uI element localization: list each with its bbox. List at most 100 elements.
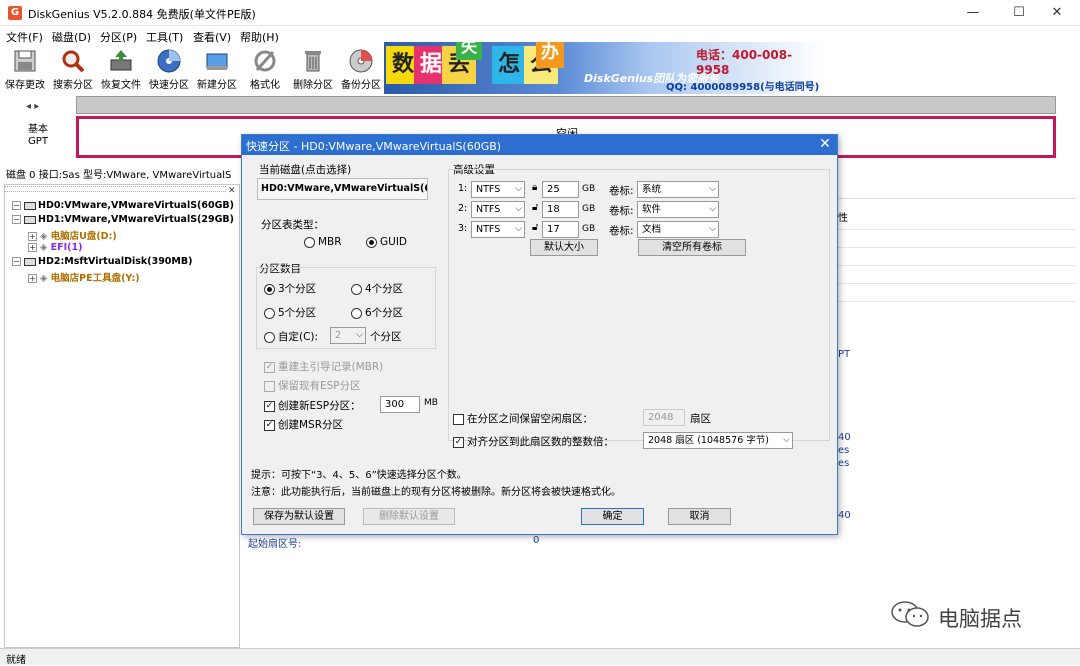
- create-msr-checkbox[interactable]: 创建MSR分区: [264, 417, 343, 432]
- menu-help[interactable]: 帮助(H): [240, 29, 279, 45]
- align-select[interactable]: 2048 扇区 (1048576 字节) ⌵: [643, 432, 793, 449]
- count-6-radio[interactable]: 6个分区: [351, 305, 403, 320]
- esp-size-input[interactable]: 300: [380, 396, 420, 413]
- tree-item-hd0[interactable]: − HD0:VMware,VMwareVirtualS(60GB): [12, 200, 234, 211]
- tree-item-usb-drive[interactable]: + ◈ 电脑店U盘(D:): [28, 228, 117, 242]
- custom-count-value: 2: [335, 330, 342, 341]
- count-3-radio[interactable]: 3个分区: [264, 281, 316, 296]
- current-disk-selector[interactable]: HD0:VMware,VMwareVirtualS(60: [257, 178, 428, 200]
- delete-default-button[interactable]: 删除默认设置: [363, 508, 455, 525]
- menu-partition[interactable]: 分区(P): [100, 29, 137, 45]
- partition-1-vol-select[interactable]: 系统 ⌵: [637, 181, 719, 198]
- align-checkbox[interactable]: 对齐分区到此扇区数的整数倍：: [453, 434, 614, 449]
- partition-3-fs-select[interactable]: NTFS ⌵: [471, 221, 525, 238]
- radio-icon: [351, 307, 362, 319]
- wechat-icon: [891, 601, 929, 627]
- ok-button[interactable]: 确定: [581, 508, 644, 525]
- rebuild-mbr-checkbox[interactable]: 重建主引导记录(MBR): [264, 359, 383, 374]
- expand-icon[interactable]: +: [28, 274, 37, 283]
- partition-1-fs: NTFS: [476, 184, 501, 195]
- checkbox-icon: [264, 380, 275, 392]
- quick-partition-button[interactable]: 快速分区: [146, 46, 192, 92]
- custom-count-select[interactable]: 2 ⌵: [330, 327, 366, 344]
- collapse-icon[interactable]: −: [12, 257, 21, 266]
- mbr-radio[interactable]: MBR: [304, 236, 342, 248]
- tree-item-hd2[interactable]: − HD2:MsftVirtualDisk(390MB): [12, 256, 192, 267]
- count-4-radio[interactable]: 4个分区: [351, 281, 403, 296]
- menu-file[interactable]: 文件(F): [6, 29, 43, 45]
- ad-banner[interactable]: 数 据 丢 失 怎 么 办 DiskGenius团队为您服务 电话：400-00…: [384, 42, 822, 94]
- detail-fragment: 40: [838, 432, 851, 443]
- custom-count-radio[interactable]: 自定(C):: [264, 329, 318, 344]
- tree-item-label: HD0:VMware,VMwareVirtualS(60GB): [38, 200, 234, 211]
- partition-1-size-input[interactable]: 25: [542, 181, 579, 198]
- guid-radio[interactable]: GUID: [366, 236, 407, 248]
- partition-3-size-input[interactable]: 17: [542, 221, 579, 238]
- expand-icon[interactable]: +: [28, 232, 37, 241]
- ad-qq: QQ: 4000089958(与电话同号): [666, 82, 820, 93]
- delete-icon: [305, 51, 321, 72]
- chevron-down-icon: ⌵: [783, 435, 790, 445]
- lock-icon[interactable]: 🔒︎: [532, 182, 537, 193]
- format-icon: [254, 50, 276, 72]
- tree-close-icon[interactable]: ✕: [228, 186, 236, 196]
- tree-item-label: HD2:MsftVirtualDisk(390MB): [38, 256, 193, 267]
- partition-2-size-input[interactable]: 18: [542, 201, 579, 218]
- partition-3-num: 3:: [458, 223, 468, 234]
- details-table-area: 性: [838, 198, 1076, 328]
- delete-partition-button[interactable]: 删除分区: [290, 46, 336, 92]
- count-5-radio[interactable]: 5个分区: [264, 305, 316, 320]
- checkbox-icon: [453, 436, 464, 448]
- partition-2-vol-select[interactable]: 软件 ⌵: [637, 201, 719, 218]
- unlock-icon[interactable]: 🔓︎: [532, 202, 538, 213]
- collapse-icon[interactable]: −: [12, 215, 21, 224]
- unlock-icon[interactable]: 🔓︎: [532, 222, 538, 233]
- partition-1-vol-label: 卷标:: [609, 185, 634, 197]
- minimize-button[interactable]: —: [950, 0, 996, 26]
- disk-tree-panel: [4, 184, 240, 648]
- tree-item-label: EFI(1): [50, 242, 83, 253]
- partition-3-vol: 文档: [642, 224, 662, 235]
- detail-fragment: es: [838, 445, 850, 456]
- tree-splitter[interactable]: [4, 186, 226, 192]
- menu-tools[interactable]: 工具(T): [146, 29, 183, 45]
- disk-nav-arrows[interactable]: ◂ ▸: [26, 101, 39, 112]
- partition-3-vol-select[interactable]: 文档 ⌵: [637, 221, 719, 238]
- menu-disk[interactable]: 磁盘(D): [52, 29, 91, 45]
- format-button[interactable]: 格式化: [242, 46, 288, 92]
- clear-labels-button[interactable]: 清空所有卷标: [638, 239, 746, 256]
- chevron-down-icon: ⌵: [515, 224, 522, 234]
- partition-2-vol-label: 卷标:: [609, 205, 634, 217]
- reserve-gap-input[interactable]: 2048: [643, 409, 685, 426]
- partition-2-fs-select[interactable]: NTFS ⌵: [471, 201, 525, 218]
- default-size-button[interactable]: 默认大小: [530, 239, 598, 256]
- tree-item-efi[interactable]: + ◈ EFI(1): [28, 242, 82, 253]
- recover-files-button[interactable]: 恢复文件: [98, 46, 144, 92]
- dialog-close-button[interactable]: ✕: [816, 136, 834, 152]
- search-partition-button[interactable]: 搜索分区: [50, 46, 96, 92]
- disk-icon: [24, 215, 36, 224]
- tree-item-pe-drive[interactable]: + ◈ 电脑店PE工具盘(Y:): [28, 270, 140, 284]
- quick-partition-dialog: 快速分区 - HD0:VMware,VMwareVirtualS(60GB) ✕…: [241, 134, 838, 535]
- partition-1-fs-select[interactable]: NTFS ⌵: [471, 181, 525, 198]
- collapse-icon[interactable]: −: [12, 201, 21, 210]
- menu-view[interactable]: 查看(V): [193, 29, 231, 45]
- cancel-button[interactable]: 取消: [668, 508, 731, 525]
- search-icon: [62, 50, 85, 73]
- ad-tile: 办: [536, 42, 564, 68]
- reserve-gap-checkbox[interactable]: 在分区之间保留空闲扇区：: [453, 411, 593, 426]
- close-button[interactable]: ✕: [1034, 0, 1080, 26]
- save-changes-button[interactable]: 保存更改: [2, 46, 48, 92]
- tree-item-hd1[interactable]: − HD1:VMware,VMwareVirtualS(29GB): [12, 214, 234, 225]
- backup-partition-button[interactable]: 备份分区: [338, 46, 384, 92]
- keep-esp-checkbox[interactable]: 保留现有ESP分区: [264, 378, 361, 393]
- save-default-button[interactable]: 保存为默认设置: [253, 508, 345, 525]
- checkbox-icon: [264, 419, 275, 431]
- quick-partition-icon: [157, 49, 181, 73]
- new-partition-button[interactable]: 新建分区: [194, 46, 240, 92]
- expand-icon[interactable]: +: [28, 243, 37, 252]
- checkbox-icon: [453, 413, 464, 425]
- create-esp-checkbox[interactable]: 创建新ESP分区：: [264, 398, 361, 413]
- partition-2-num: 2:: [458, 203, 468, 214]
- new-partition-icon: [206, 53, 228, 70]
